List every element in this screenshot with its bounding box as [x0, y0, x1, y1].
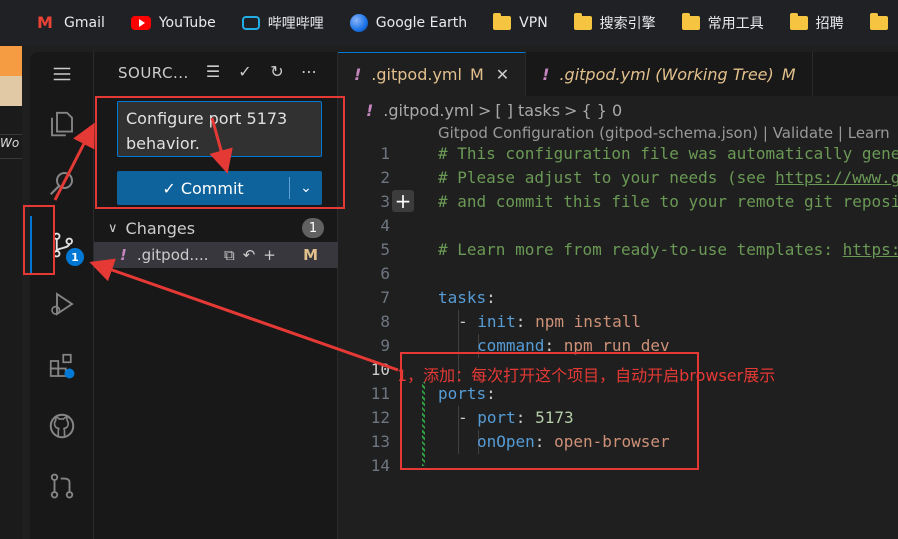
tab-label: .gitpod.yml (Working Tree): [559, 64, 774, 84]
annotation-text: 1，添加：每次打开这个项目，自动开启browser展示: [397, 366, 776, 385]
hamburger-menu-icon: [53, 67, 71, 81]
modified-status-badge: M: [303, 246, 318, 264]
google-earth-icon: [349, 14, 368, 32]
bookmark-label: YouTube: [158, 15, 216, 31]
tab-modified-badge: M: [781, 64, 796, 84]
gmail-icon: [36, 13, 56, 32]
bookmarks-bar: Gmail YouTube 哔哩哔哩 Google Earth VPN 搜索引擎…: [0, 0, 898, 46]
yaml-file-icon: !: [542, 64, 550, 84]
yaml-file-icon: !: [354, 65, 362, 84]
bookmark-gmail[interactable]: Gmail: [36, 8, 105, 38]
editor-tabs: ! .gitpod.yml M ✕ ! .gitpod.yml (Working…: [338, 52, 898, 96]
breadcrumb-file[interactable]: .gitpod.yml: [383, 101, 474, 120]
yaml-file-icon: !: [366, 100, 374, 120]
changed-file-row[interactable]: ! .gitpod.... ⧉ ↶ + M: [94, 242, 338, 268]
bookmark-label: 搜索引擎: [599, 16, 656, 32]
bookmark-folder-more[interactable]: [869, 8, 896, 38]
run-debug-icon: [51, 292, 74, 316]
sidebar-actions: ☰ ✓ ↻ ⋯: [202, 62, 320, 81]
bookmark-folder-tools[interactable]: 常用工具: [681, 8, 764, 38]
github-icon: [49, 413, 75, 439]
extensions-button[interactable]: [30, 338, 94, 394]
bookmark-folder-vpn[interactable]: VPN: [493, 8, 548, 38]
code-line: 5 # Learn more from ready-to-use template…: [380, 240, 898, 259]
activity-bar: 1: [30, 52, 94, 539]
commit-check-icon[interactable]: ✓: [234, 62, 256, 81]
files-icon: [51, 111, 73, 137]
annotation-box-scm: [23, 205, 55, 275]
extensions-icon: [49, 353, 75, 379]
code-line: 1 # This configuration file was automatic…: [380, 144, 898, 163]
code-line: 3 # and commit this file to your remote g…: [380, 192, 898, 211]
annotation-box-commit: [95, 96, 345, 209]
folder-icon: [681, 13, 700, 30]
tab-gitpod-yml[interactable]: ! .gitpod.yml M ✕: [338, 52, 527, 96]
bookmark-google-earth[interactable]: Google Earth: [349, 8, 468, 38]
github-button[interactable]: [30, 398, 94, 454]
pull-request-icon: [50, 473, 74, 499]
bookmark-folder-search[interactable]: 搜索引擎: [573, 8, 656, 38]
bookmark-bilibili[interactable]: 哔哩哔哩: [241, 8, 324, 38]
menu-button[interactable]: [30, 52, 94, 96]
background-window-text: Wo: [0, 136, 20, 150]
close-icon[interactable]: ✕: [496, 65, 509, 84]
bookmark-label: 招聘: [815, 16, 844, 32]
folder-icon: [789, 13, 808, 30]
youtube-icon: [130, 16, 151, 30]
breadcrumb-tasks[interactable]: [ ] tasks: [495, 101, 560, 120]
changes-count-badge: 1: [302, 218, 324, 238]
bilibili-icon: [241, 16, 260, 30]
code-line: 2 # Please adjust to your needs (see http…: [380, 168, 898, 187]
yaml-file-icon: !: [120, 246, 127, 264]
folder-icon: [869, 13, 888, 30]
code-line: 7 tasks:: [380, 288, 496, 307]
view-as-tree-icon[interactable]: ☰: [202, 62, 224, 81]
bookmark-label: Gmail: [64, 15, 105, 31]
schema-codelens[interactable]: Gitpod Configuration (gitpod-schema.json…: [438, 124, 890, 142]
breadcrumb-separator: >: [564, 100, 578, 120]
background-window: Wo: [0, 46, 22, 539]
tab-label: .gitpod.yml: [371, 65, 462, 84]
breadcrumb-separator: >: [477, 100, 492, 120]
run-debug-button[interactable]: [30, 276, 94, 332]
tab-gitpod-working-tree[interactable]: ! .gitpod.yml (Working Tree) M: [526, 52, 813, 96]
discard-changes-icon[interactable]: ↶: [243, 246, 256, 264]
search-button[interactable]: [30, 155, 94, 211]
breadcrumb-item[interactable]: { } 0: [581, 101, 622, 120]
add-comment-button[interactable]: +: [392, 189, 414, 213]
changed-file-name: .gitpod....: [136, 246, 209, 264]
changes-section-header[interactable]: ∨ Changes 1: [94, 216, 338, 240]
pull-requests-button[interactable]: [30, 458, 94, 514]
bookmark-youtube[interactable]: YouTube: [130, 8, 216, 38]
folder-icon: [573, 13, 592, 30]
stage-changes-icon[interactable]: +: [263, 246, 276, 264]
code-line: 6: [380, 264, 390, 283]
search-icon: [49, 172, 73, 196]
bookmark-label: VPN: [519, 15, 548, 31]
bookmark-label: 常用工具: [707, 16, 764, 32]
scm-badge: 1: [66, 248, 84, 266]
bookmark-folder-jobs[interactable]: 招聘: [789, 8, 844, 38]
changes-label: Changes: [125, 218, 196, 238]
sidebar-title: SOURC...: [118, 64, 189, 82]
file-actions: ⧉ ↶ +: [224, 246, 276, 264]
open-file-icon[interactable]: ⧉: [224, 246, 235, 264]
code-line: 4: [380, 216, 390, 235]
bookmark-label: 哔哩哔哩: [267, 16, 324, 32]
bookmark-label: Google Earth: [375, 15, 468, 31]
more-actions-icon[interactable]: ⋯: [298, 62, 320, 81]
folder-icon: [493, 13, 512, 30]
chevron-down-icon: ∨: [108, 220, 118, 236]
refresh-icon[interactable]: ↻: [266, 62, 288, 81]
breadcrumb: ! .gitpod.yml > [ ] tasks > { } 0: [366, 98, 622, 122]
code-line: 8- init: npm install: [380, 312, 642, 331]
tab-modified-badge: M: [469, 65, 484, 84]
explorer-button[interactable]: [30, 96, 94, 152]
